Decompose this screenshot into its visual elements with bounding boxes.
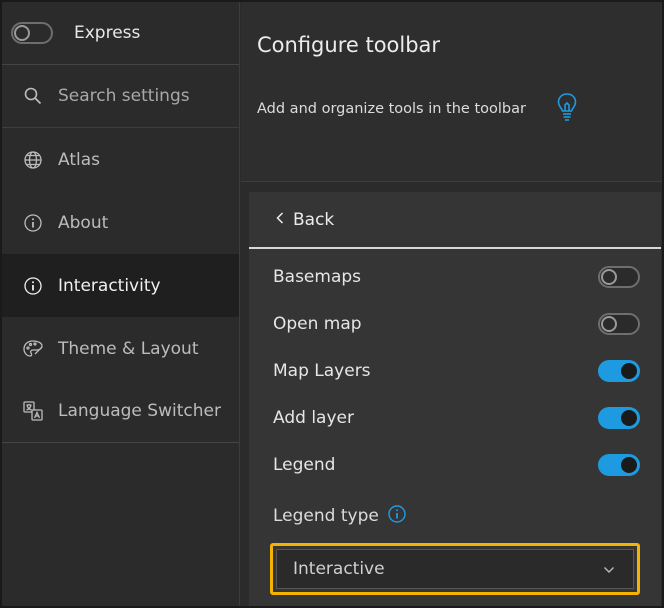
info-icon[interactable] xyxy=(387,504,407,529)
info-icon xyxy=(22,212,44,234)
toggle-knob xyxy=(621,362,637,379)
tool-row-map-layers: Map Layers xyxy=(249,347,661,394)
search-icon xyxy=(22,85,44,107)
chevron-down-icon xyxy=(603,559,615,579)
express-label: Express xyxy=(74,23,141,43)
main-content: Configure toolbar Add and organize tools… xyxy=(241,2,662,606)
back-label: Back xyxy=(293,209,335,230)
legend-type-label-row: Legend type xyxy=(249,496,661,536)
back-button[interactable]: Back xyxy=(249,192,661,249)
sidebar-item-label: Atlas xyxy=(58,149,100,170)
chevron-left-icon xyxy=(275,210,285,230)
add-layer-toggle[interactable] xyxy=(598,406,640,429)
sidebar-item-label: Theme & Layout xyxy=(58,338,199,359)
sidebar-item-theme-layout[interactable]: Theme & Layout xyxy=(2,317,239,380)
sidebar-item-label: About xyxy=(58,212,109,233)
open-map-toggle[interactable] xyxy=(598,312,640,335)
toggle-knob xyxy=(601,268,617,285)
sidebar-item-about[interactable]: About xyxy=(2,191,239,254)
map-layers-toggle[interactable] xyxy=(598,359,640,382)
legend-toggle[interactable] xyxy=(598,453,640,476)
page-subtitle: Add and organize tools in the toolbar xyxy=(257,101,526,117)
tool-label: Add layer xyxy=(273,407,354,428)
toggle-knob xyxy=(601,315,617,332)
tool-label: Basemaps xyxy=(273,266,362,287)
tool-row-add-layer: Add layer xyxy=(249,394,661,441)
lightbulb-icon[interactable] xyxy=(556,92,578,126)
page-header: Configure toolbar Add and organize tools… xyxy=(241,2,662,182)
translate-icon xyxy=(22,400,44,422)
settings-sidebar: Express Atlas About Interactivity Theme … xyxy=(2,2,240,606)
basemaps-toggle[interactable] xyxy=(598,265,640,288)
toggle-knob xyxy=(621,456,637,473)
sidebar-item-language-switcher[interactable]: Language Switcher xyxy=(2,380,239,443)
legend-type-highlight: Interactive xyxy=(270,543,640,595)
tool-label: Legend xyxy=(273,454,336,475)
sidebar-item-label: Language Switcher xyxy=(58,401,221,421)
toggle-knob xyxy=(14,25,30,41)
globe-icon xyxy=(22,149,44,171)
palette-icon xyxy=(22,338,44,360)
express-toggle[interactable] xyxy=(11,22,53,44)
tool-row-basemaps: Basemaps xyxy=(249,253,661,300)
legend-type-value: Interactive xyxy=(293,559,385,579)
sidebar-item-label: Interactivity xyxy=(58,275,161,296)
subtitle-row: Add and organize tools in the toolbar xyxy=(257,92,662,126)
legend-type-select[interactable]: Interactive xyxy=(276,549,634,589)
toolbar-config-panel: Back Basemaps Open map Map Layers Add la… xyxy=(249,192,661,606)
search-input[interactable] xyxy=(58,86,238,106)
express-mode-row: Express xyxy=(2,2,239,65)
info-icon xyxy=(22,275,44,297)
sidebar-item-atlas[interactable]: Atlas xyxy=(2,128,239,191)
page-title: Configure toolbar xyxy=(257,33,441,57)
search-settings[interactable] xyxy=(2,65,239,128)
tool-label: Map Layers xyxy=(273,360,371,381)
legend-type-label: Legend type xyxy=(273,506,379,526)
sidebar-item-interactivity[interactable]: Interactivity xyxy=(2,254,239,317)
tool-row-open-map: Open map xyxy=(249,300,661,347)
tool-label: Open map xyxy=(273,313,362,334)
toggle-knob xyxy=(621,409,637,426)
tool-row-legend: Legend xyxy=(249,441,661,488)
